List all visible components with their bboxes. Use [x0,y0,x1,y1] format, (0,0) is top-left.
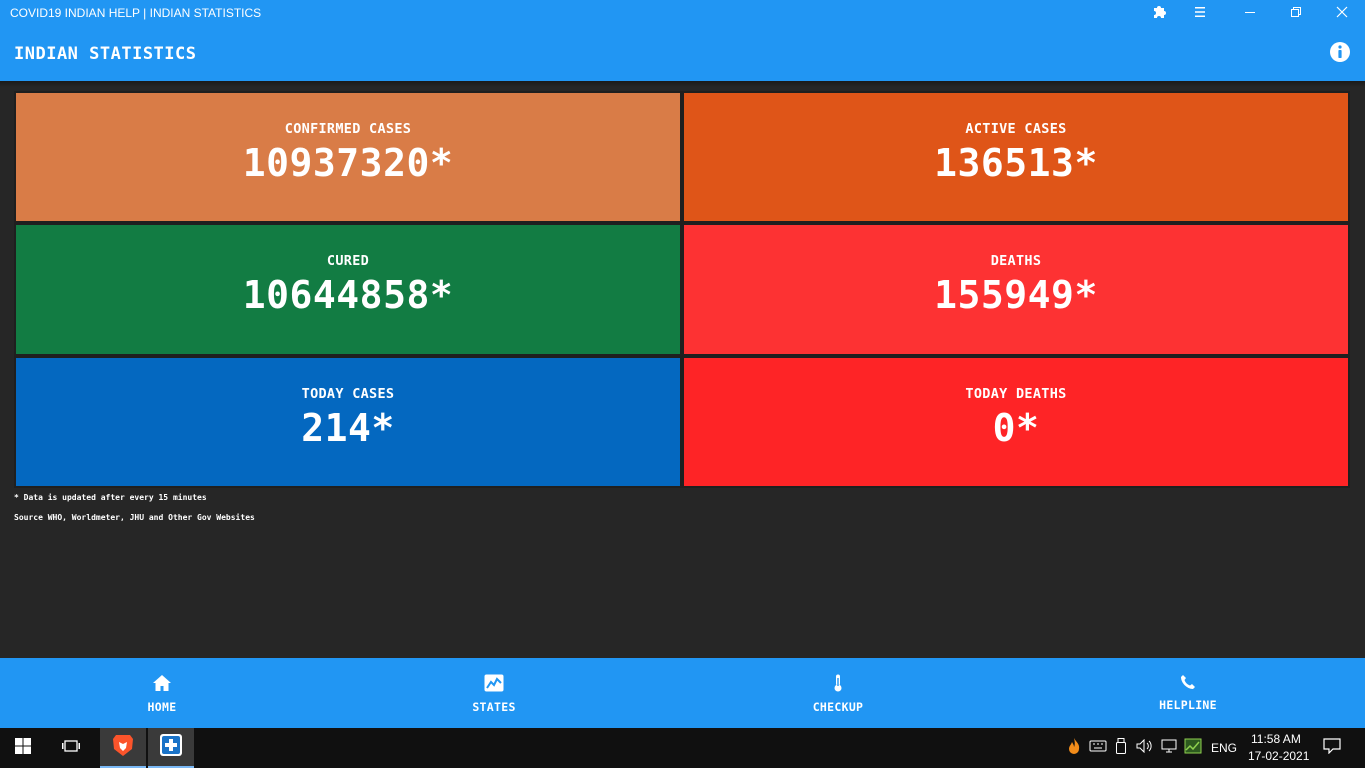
task-view-button[interactable] [48,728,94,768]
card-value: 0* [992,406,1040,450]
covid-app-taskbar-button[interactable] [148,728,194,768]
active-cases-card: ACTIVE CASES 136513* [682,91,1350,223]
window-titlebar: COVID19 INDIAN HELP | INDIAN STATISTICS [0,0,1365,27]
tray-usb[interactable] [1112,728,1130,768]
today-deaths-card: TODAY DEATHS 0* [682,356,1350,488]
windows-logo-icon [15,737,31,759]
task-view-icon [62,738,80,759]
notification-center-button[interactable] [1318,728,1346,768]
thermometer-icon [832,658,844,697]
home-icon [152,658,172,697]
extension-icon [1152,3,1168,24]
speaker-icon [1136,738,1154,758]
cured-card: CURED 10644858* [14,223,682,356]
chart-icon [484,658,504,697]
nav-label: STATES [472,700,516,714]
minimize-icon [1244,5,1256,23]
brave-lion-icon [112,733,134,762]
nav-label: HOME [147,700,177,714]
nav-checkup[interactable]: CHECKUP [768,658,908,728]
page-title: INDIAN STATISTICS [14,44,197,64]
deaths-card: DEATHS 155949* [682,223,1350,356]
card-value: 214* [301,406,395,450]
network-icon [1160,739,1178,758]
appbar-shadow [0,81,1365,87]
source-note: Source WHO, Worldmeter, JHU and Other Go… [14,513,255,522]
brave-browser-button[interactable] [100,728,146,768]
taskbar: ENG 11:58 AM 17-02-2021 [0,728,1365,768]
start-button[interactable] [0,728,46,768]
card-value: 10937320* [242,141,454,185]
nav-label: CHECKUP [812,700,864,714]
nav-label: HELPLINE [1159,698,1217,712]
card-label: CONFIRMED CASES [284,121,412,137]
phone-icon [1180,658,1196,695]
window-title: COVID19 INDIAN HELP | INDIAN STATISTICS [10,6,262,20]
tray-network[interactable] [1158,728,1180,768]
tray-volume[interactable] [1134,728,1156,768]
system-monitor-icon [1184,738,1202,759]
card-value: 155949* [934,273,1098,317]
menu-button[interactable] [1177,0,1223,27]
notification-icon [1323,737,1341,759]
input-language[interactable]: ENG [1211,741,1237,755]
minimize-button[interactable] [1227,0,1273,27]
close-button[interactable] [1319,0,1365,27]
card-label: ACTIVE CASES [965,121,1067,137]
clock-time[interactable]: 11:58 AM [1251,732,1301,746]
tray-monitor-app[interactable] [1182,728,1204,768]
tray-flame-app[interactable] [1064,728,1084,768]
medical-cross-icon [160,733,182,761]
today-cases-card: TODAY CASES 214* [14,356,682,488]
card-label: TODAY DEATHS [965,386,1067,402]
usb-drive-icon [1115,737,1127,759]
restore-button[interactable] [1273,0,1319,27]
card-label: CURED [326,253,370,269]
app-bar: INDIAN STATISTICS [0,27,1365,81]
bottom-nav: HOME STATES CHECKUP HELPLINE [0,658,1365,728]
keyboard-layout-icon [1089,739,1107,758]
close-icon [1336,5,1348,23]
confirmed-cases-card: CONFIRMED CASES 10937320* [14,91,682,223]
menu-icon [1194,5,1206,23]
info-icon[interactable] [1329,41,1351,63]
nav-states[interactable]: STATES [424,658,564,728]
card-value: 10644858* [242,273,454,317]
card-value: 136513* [934,141,1098,185]
card-label: TODAY CASES [301,386,395,402]
tray-keyboard[interactable] [1088,728,1108,768]
nav-home[interactable]: HOME [92,658,232,728]
restore-icon [1290,5,1302,23]
update-note: * Data is updated after every 15 minutes [14,493,207,502]
card-label: DEATHS [990,253,1042,269]
flame-icon [1067,737,1081,759]
clock-date[interactable]: 17-02-2021 [1248,749,1309,763]
nav-helpline[interactable]: HELPLINE [1118,658,1258,728]
